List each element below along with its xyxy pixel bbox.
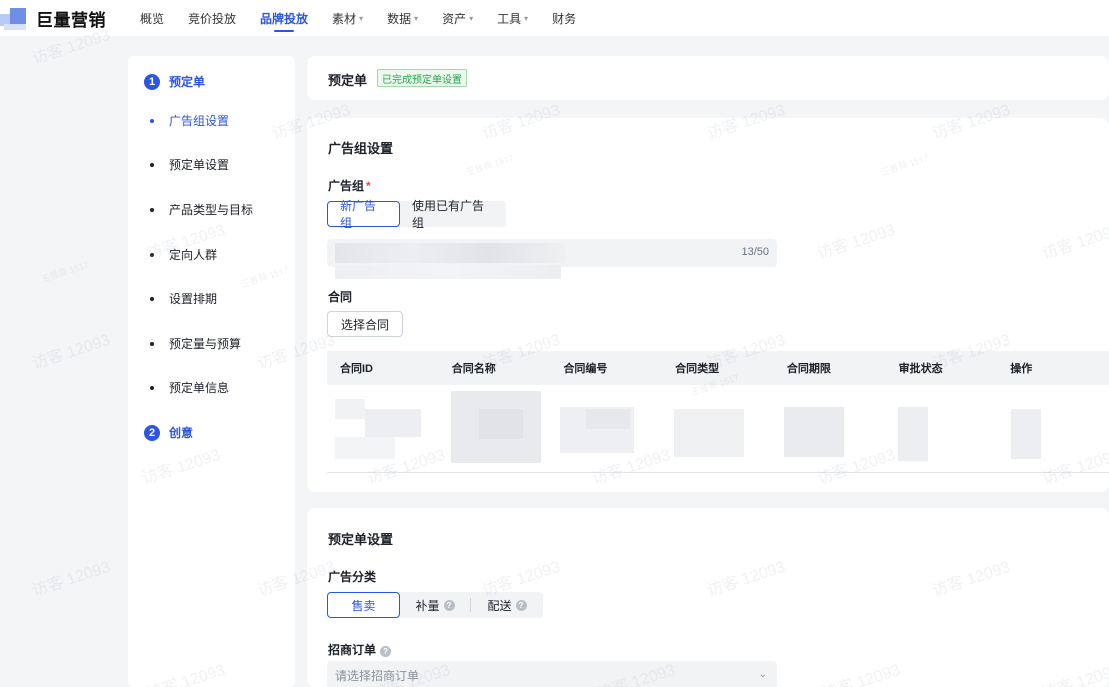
category-option-makeup[interactable]: 补量? xyxy=(400,592,470,618)
select-placeholder: 请选择招商订单 xyxy=(335,668,420,683)
top-navigation-bar: 巨量营销 概览 竞价投放 品牌投放 素材 ▾ 数据 ▾ 资产 ▾ 工具 ▾ 财务 xyxy=(0,0,1109,36)
char-counter: 13/50 xyxy=(741,246,769,258)
contract-label: 合同 xyxy=(328,290,353,304)
watermark-text: 访客 12093 xyxy=(30,331,113,373)
adgroup-name-input[interactable]: 13/50 xyxy=(327,239,777,279)
redacted-cell xyxy=(997,385,1109,472)
step-sub-schedule[interactable]: 设置排期 xyxy=(150,290,217,307)
section-title: 广告组设置 xyxy=(328,141,394,156)
required-mark: * xyxy=(366,179,371,193)
bullet-icon xyxy=(150,252,154,257)
chevron-down-icon: ▾ xyxy=(469,13,474,23)
nav-item-materials[interactable]: 素材 ▾ xyxy=(320,0,375,36)
category-option-bonus[interactable]: 配送? xyxy=(471,592,543,618)
table-header: 合同ID 合同名称 合同编号 合同类型 合同期限 审批状态 操作 xyxy=(327,351,1109,385)
step-creative[interactable]: 2 创意 xyxy=(144,424,193,441)
existing-adgroup-option[interactable]: 使用已有广告组 xyxy=(400,199,506,230)
bullet-icon xyxy=(150,296,154,301)
nav-item-bidding[interactable]: 竞价投放 xyxy=(176,0,248,36)
merchant-order-label: 招商订单? xyxy=(328,641,392,658)
redacted-cell xyxy=(439,385,551,472)
merchant-order-select[interactable]: 请选择招商订单 ⌄ xyxy=(327,661,777,687)
step-number-badge: 2 xyxy=(144,424,160,441)
help-icon[interactable]: ? xyxy=(443,599,455,611)
section-title: 预定单设置 xyxy=(328,532,394,547)
step-title: 创意 xyxy=(169,426,194,440)
chevron-down-icon: ▾ xyxy=(524,13,529,23)
bullet-icon xyxy=(150,118,154,123)
col-contract-type: 合同类型 xyxy=(675,363,720,375)
ad-category-label: 广告分类 xyxy=(328,570,377,584)
nav-item-assets[interactable]: 资产 ▾ xyxy=(430,0,485,36)
redacted-cell xyxy=(774,385,886,472)
nav-item-brand-ads[interactable]: 品牌投放 xyxy=(248,0,320,36)
redacted-text xyxy=(335,265,561,279)
help-icon[interactable]: ? xyxy=(380,646,392,657)
nav-item-tools[interactable]: 工具 ▾ xyxy=(485,0,540,36)
main-nav: 概览 竞价投放 品牌投放 素材 ▾ 数据 ▾ 资产 ▾ 工具 ▾ 财务 xyxy=(128,0,588,36)
nav-item-data[interactable]: 数据 ▾ xyxy=(375,0,430,36)
redacted-cell xyxy=(662,385,774,472)
redacted-cell xyxy=(327,385,439,472)
col-contract-name: 合同名称 xyxy=(451,363,496,375)
bullet-icon xyxy=(150,162,154,167)
adgroup-mode-toggle: 新广告组 使用已有广告组 xyxy=(327,199,506,230)
step-sub-targeting[interactable]: 定向人群 xyxy=(150,246,217,263)
adgroup-label: 广告组 * xyxy=(328,179,371,193)
adgroup-settings-card: 广告组设置 广告组 * 新广告组 使用已有广告组 13/50 合同 选择合同 合同… xyxy=(307,118,1109,492)
new-adgroup-option[interactable]: 新广告组 xyxy=(327,199,400,230)
col-approval-status: 审批状态 xyxy=(898,363,943,375)
bullet-icon xyxy=(150,207,154,212)
col-contract-period: 合同期限 xyxy=(786,363,831,375)
brand-logo-icon xyxy=(0,4,36,34)
step-sub-adgroup-settings[interactable]: 广告组设置 xyxy=(150,112,229,129)
order-settings-card: 预定单设置 广告分类 售卖 补量? 配送? 招商订单? 请选择招商订单 ⌄ xyxy=(307,508,1109,687)
nav-item-finance[interactable]: 财务 xyxy=(540,0,588,36)
brand-logo[interactable]: 巨量营销 xyxy=(0,0,120,36)
bullet-icon xyxy=(150,341,154,346)
nav-item-overview[interactable]: 概览 xyxy=(128,0,176,36)
ad-category-toggle: 售卖 补量? 配送? xyxy=(327,592,543,618)
status-badge: 已完成预定单设置 xyxy=(377,69,467,87)
select-contract-button[interactable]: 选择合同 xyxy=(327,311,404,337)
brand-name: 巨量营销 xyxy=(36,10,106,30)
chevron-down-icon: ▾ xyxy=(359,13,364,23)
step-sub-product-type[interactable]: 产品类型与目标 xyxy=(150,201,253,218)
watermark-text: 王普薇 1517 xyxy=(39,259,91,285)
step-sub-order-settings[interactable]: 预定单设置 xyxy=(150,156,229,173)
chevron-down-icon: ▾ xyxy=(414,13,419,23)
step-sub-order-info[interactable]: 预定单信息 xyxy=(150,379,229,396)
redacted-cell xyxy=(550,385,662,472)
col-actions: 操作 xyxy=(1010,363,1033,375)
bullet-icon xyxy=(150,385,154,390)
page-header-card: 预定单 已完成预定单设置 xyxy=(307,56,1109,100)
watermark-text: 访客 12093 xyxy=(30,558,113,600)
help-icon[interactable]: ? xyxy=(515,599,527,611)
col-contract-number: 合同编号 xyxy=(563,363,608,375)
redacted-text xyxy=(335,243,565,263)
step-sub-volume-budget[interactable]: 预定量与预算 xyxy=(150,335,241,352)
redacted-cell xyxy=(886,385,998,472)
col-contract-id: 合同ID xyxy=(340,363,373,375)
table-row[interactable] xyxy=(327,385,1109,473)
step-order[interactable]: 1 预定单 xyxy=(144,73,205,90)
contract-table: 合同ID 合同名称 合同编号 合同类型 合同期限 审批状态 操作 xyxy=(327,351,1109,473)
step-navigator: 1 预定单 广告组设置 预定单设置 产品类型与目标 定向人群 设置排期 预定量与… xyxy=(128,56,295,687)
chevron-down-icon: ⌄ xyxy=(758,669,767,680)
step-number-badge: 1 xyxy=(144,73,160,90)
step-title: 预定单 xyxy=(169,75,206,89)
page-title: 预定单 xyxy=(328,73,368,88)
category-option-sale[interactable]: 售卖 xyxy=(327,592,400,618)
